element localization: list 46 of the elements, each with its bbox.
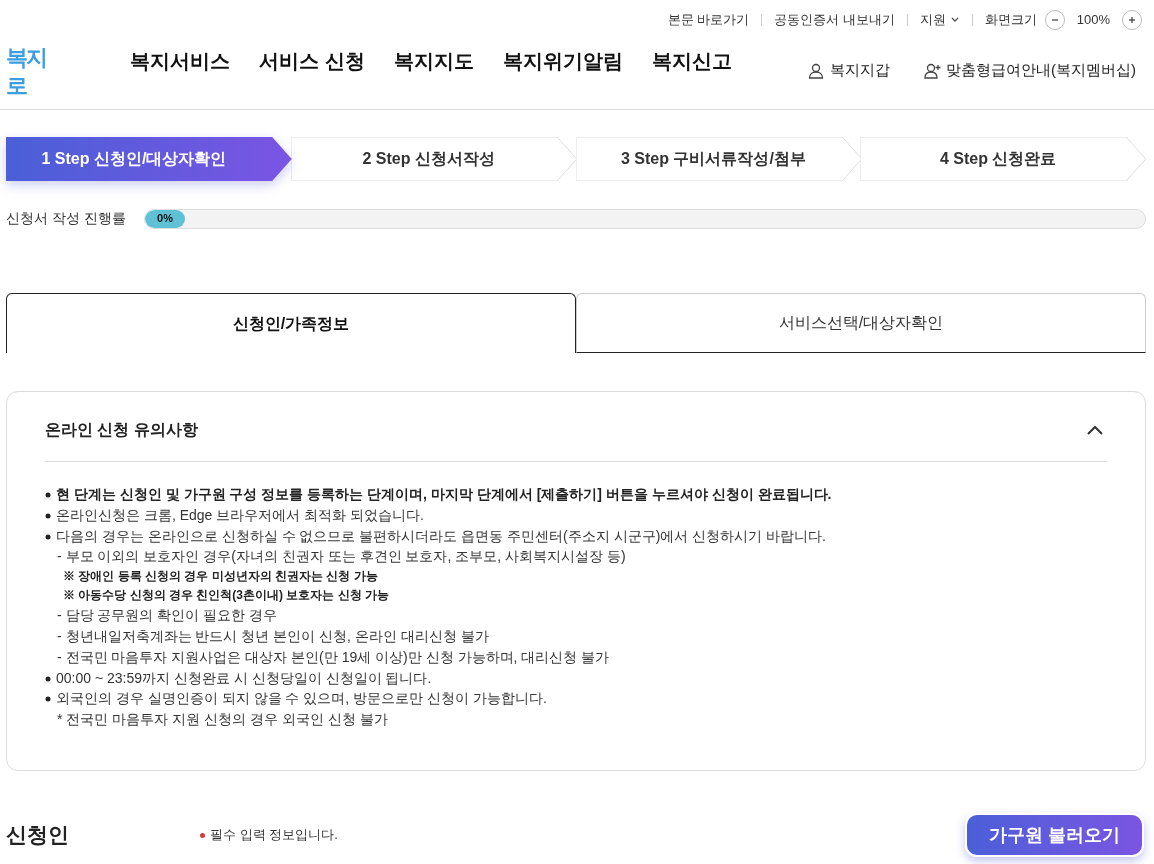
bullet-icon [45,492,51,498]
notice-text: 00:00 ~ 23:59까지 신청완료 시 신청당일이 신청일이 됩니다. [56,668,432,688]
required-note: 필수 입력 정보입니다. [210,826,338,845]
nav-link[interactable]: 복지서비스 [130,45,230,76]
progress-value: 0% [157,211,173,227]
form-tab[interactable]: 신청인/가족정보 [6,293,576,353]
step-tab[interactable]: 3 Step 구비서류작성/첨부 [575,137,862,181]
step-tab[interactable]: 2 Step 신청서작성 [290,137,577,181]
nav-link[interactable]: 복지지도 [393,45,474,76]
plus-icon [1127,14,1137,25]
form-tab[interactable]: 서비스선택/대상자확인 [576,293,1146,353]
notice-note: ※ 장애인 등록 신청의 경우 미성년자의 친권자는 신청 가능 [63,569,378,584]
bullet-icon [45,512,51,519]
bullet-icon [45,696,51,703]
utility-link[interactable]: 지원 [907,9,972,30]
notice-text: 현 단계는 신청인 및 가구원 구성 정보를 등록하는 단계이며, 마지막 단계에서 [제출하기] 버튼을 누르셔야 신청이 완료됩니다. [56,485,832,504]
notice-text: 다음의 경우는 온라인으로 신청하실 수 없으므로 불편하시더라도 읍면동 주민센터(주소지 시군구)에서 신청하시기 바랍니다. [56,526,826,546]
notice-title: 온라인 신청 유의사항 [45,420,198,440]
notice-text: - 청년내일저축계좌는 반드시 청년 본인이 신청, 온라인 대리신청 불가 [57,628,489,644]
notice-text: - 전국민 마음투자 지원사업은 대상자 본인(만 19세 이상)만 신청 가능하며, 대리신청 불가 [57,648,610,665]
nav-link[interactable]: 복지신고 [651,45,732,76]
notice-text: 외국인의 경우 실명인증이 되지 않을 수 있으며, 방문으로만 신청이 가능합니다. [56,689,547,709]
notice-text: - 부모 이외의 보호자인 경우(자녀의 친권자 또는 후견인 보호자, 조부모, 사회복지시설장 등) [57,548,626,565]
step-tab[interactable]: 4 Step 신청완료 [860,137,1146,181]
nav-link[interactable]: 복지위기알림 [502,45,623,76]
chevron-up-icon [1086,423,1104,437]
required-dot-icon [200,832,205,838]
person-plus-icon [924,62,941,79]
account-link[interactable]: 맞춤형급여안내(복지멤버십) [924,59,1136,82]
person-icon [808,62,825,79]
bullet-icon [45,533,51,540]
notice-text: 온라인신청은 크롬, Edge 브라우저에서 최적화 되었습니다. [56,505,424,525]
notice-text: - 담당 공무원의 확인이 필요한 경우 [57,607,278,624]
nav-link[interactable]: 서비스 신청 [259,45,365,76]
notice-text: * 전국민 마음투자 지원 신청의 경우 외국인 신청 불가 [57,711,388,728]
utility-link[interactable]: 본문 바로가기 [655,9,762,30]
notice-note: ※ 아동수당 신청의 경우 친인척(3촌이내) 보호자는 신청 가능 [63,588,389,603]
load-household-button[interactable]: 가구원 불러오기 [965,813,1144,857]
account-link[interactable]: 복지지갑 [808,59,890,82]
step-tab[interactable]: 1 Step 신청인/대상자확인 [6,137,292,181]
bullet-icon [45,675,51,682]
zoom-label: 화면크기 [983,10,1038,29]
zoom-value: 100% [1075,10,1111,29]
section-title: 신청인 [6,822,70,849]
progress-label: 신청서 작성 진행률 [6,209,127,228]
utility-link[interactable]: 공동인증서 내보내기 [762,9,907,30]
